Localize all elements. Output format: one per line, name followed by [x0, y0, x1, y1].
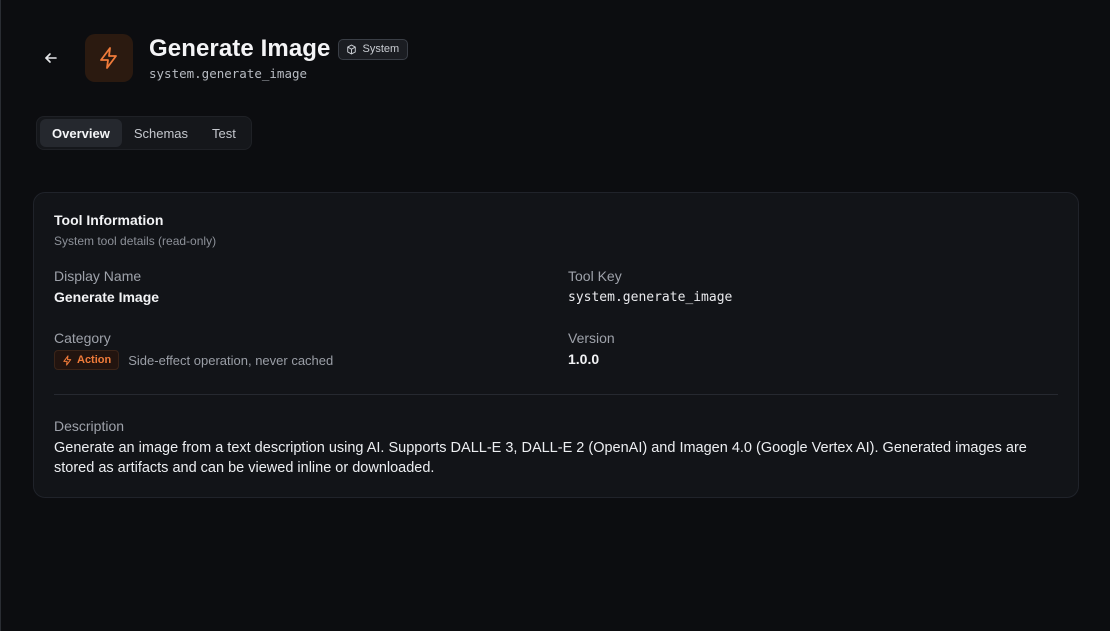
action-badge: Action	[54, 350, 120, 370]
description-label: Description	[54, 418, 125, 434]
tool-key-value: system.generate_image	[568, 290, 733, 305]
system-badge-label: System	[362, 43, 400, 55]
title-row: Generate Image System	[149, 34, 409, 64]
system-badge: System	[338, 38, 409, 60]
tab-bar: Overview Schemas Test	[36, 116, 252, 150]
lightning-bolt-icon	[100, 47, 117, 69]
back-button[interactable]	[36, 43, 66, 73]
card-title: Tool Information	[54, 212, 164, 228]
arrow-left-icon	[45, 53, 57, 63]
display-name-value: Generate Image	[54, 289, 160, 305]
category-label: Category	[54, 330, 111, 346]
lightning-bolt-icon	[63, 354, 72, 366]
tool-key-subtitle: system.generate_image	[149, 66, 308, 81]
description-value: Generate an image from a text descriptio…	[54, 440, 1027, 476]
action-badge-label: Action	[77, 354, 112, 366]
cube-icon	[347, 44, 357, 54]
page-title: Generate Image	[149, 35, 331, 62]
divider	[54, 394, 1058, 395]
tool-icon-tile	[85, 34, 133, 82]
category-description: Side-effect operation, never cached	[128, 352, 334, 368]
tab-overview[interactable]: Overview	[40, 119, 122, 147]
tool-information-card: Tool Information System tool details (re…	[33, 192, 1079, 498]
card-subtitle: System tool details (read-only)	[54, 234, 217, 248]
version-label: Version	[568, 330, 615, 346]
tab-test[interactable]: Test	[200, 119, 248, 147]
tab-schemas[interactable]: Schemas	[122, 119, 200, 147]
display-name-label: Display Name	[54, 268, 142, 284]
category-row: Action Side-effect operation, never cach…	[54, 350, 333, 370]
window-edge	[0, 0, 1, 631]
tool-key-label: Tool Key	[568, 268, 622, 284]
version-value: 1.0.0	[568, 351, 600, 367]
